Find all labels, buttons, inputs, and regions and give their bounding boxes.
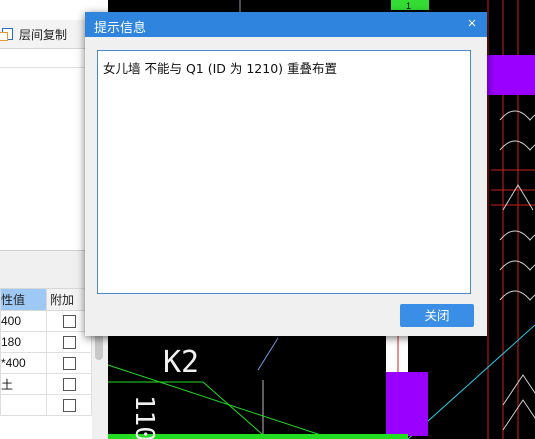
add-checkbox[interactable] <box>62 315 76 329</box>
property-value[interactable]: *400 <box>0 352 47 374</box>
dialog-title: 提示信息 <box>94 20 147 35</box>
copy-floor-button[interactable]: 层间复制 <box>0 24 67 44</box>
table-row[interactable]: 400 <box>0 310 92 332</box>
message-dialog: 提示信息 × 女儿墙 不能与 Q1 (ID 为 1210) 重叠布置 关闭 <box>85 12 487 336</box>
property-table: 性值 附加 400 180 *400 土 <box>0 288 92 416</box>
wall-segment <box>487 55 535 95</box>
property-value[interactable] <box>0 394 47 416</box>
copy-floor-label: 层间复制 <box>19 27 68 42</box>
add-checkbox[interactable] <box>62 399 76 413</box>
add-checkbox[interactable] <box>62 378 76 392</box>
property-value[interactable]: 土 <box>0 373 47 395</box>
label-110: 110 <box>129 395 159 439</box>
table-row[interactable]: *400 <box>0 352 92 374</box>
close-button[interactable]: 关闭 <box>400 304 474 327</box>
dialog-title-bar[interactable]: 提示信息 × <box>85 12 487 37</box>
wall-segment <box>386 372 428 436</box>
property-value[interactable]: 180 <box>0 331 47 353</box>
top-marker: 1 <box>406 1 411 11</box>
add-checkbox[interactable] <box>62 357 76 371</box>
label-k2: K2 <box>163 345 199 380</box>
column-header-value[interactable]: 性值 <box>0 288 47 311</box>
table-row[interactable]: 土 <box>0 373 92 395</box>
property-value[interactable]: 400 <box>0 310 47 332</box>
add-checkbox[interactable] <box>62 336 76 350</box>
close-icon[interactable]: × <box>457 12 487 37</box>
message-text[interactable]: 女儿墙 不能与 Q1 (ID 为 1210) 重叠布置 <box>97 50 471 294</box>
table-row[interactable]: 180 <box>0 331 92 353</box>
copy-icon <box>0 28 13 41</box>
table-row[interactable] <box>0 394 92 416</box>
